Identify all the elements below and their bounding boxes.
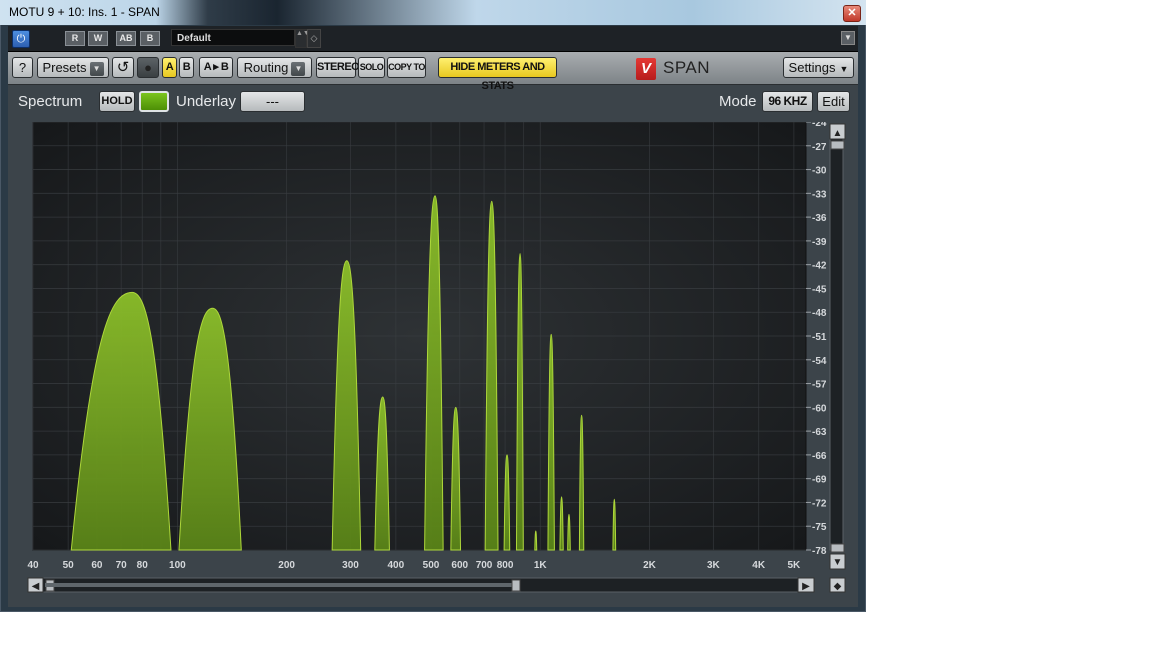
hide-meters-button[interactable]: HIDE METERS AND STATS <box>438 57 557 92</box>
window-title: MOTU 9 + 10: Ins. 1 - SPAN <box>9 5 160 19</box>
host-bar: ⏻ R W AB B Default ▲▼ ◇ ▼ <box>8 26 858 52</box>
spectrum-controls: Spectrum HOLD Underlay --- Mode 96 KHZ E… <box>8 86 858 116</box>
spectrum-peak <box>534 530 538 551</box>
y-tick-label: -39 <box>812 237 827 248</box>
diamond-icon: ◆ <box>834 581 842 592</box>
x-tick-label: 40 <box>27 560 39 571</box>
y-tick-label: -30 <box>812 166 827 177</box>
stereo-button[interactable]: STEREO <box>316 57 360 78</box>
hold-button[interactable]: HOLD <box>99 91 135 112</box>
y-tick-label: -24 <box>812 122 827 129</box>
x-tick-label: 700 <box>476 560 493 571</box>
y-tick-label: -45 <box>812 284 827 295</box>
y-tick-label: -36 <box>812 213 827 224</box>
preset-name-field[interactable]: Default <box>171 29 295 46</box>
y-tick-label: -60 <box>812 403 827 414</box>
voxengo-logo-icon: V <box>636 58 656 80</box>
bypass-button[interactable]: B <box>140 31 160 46</box>
span-plugin-panel: ? Presets ▼ ↺ ● A B A ▸ B Routing ▼ STEREO… <box>8 52 858 607</box>
close-button[interactable]: ✕ <box>843 5 861 22</box>
horizontal-scroll-thumb-right[interactable] <box>511 579 521 592</box>
y-tick-label: -66 <box>812 451 827 462</box>
brand-name: SPAN <box>663 58 711 77</box>
underlay-label: Underlay <box>176 93 237 110</box>
x-tick-label: 800 <box>497 560 514 571</box>
y-tick-label: -27 <box>812 142 827 153</box>
plugin-window: MOTU 9 + 10: Ins. 1 - SPAN ✕ ⏻ R W AB B … <box>0 0 866 612</box>
y-tick-label: -51 <box>812 332 827 343</box>
host-menu-button[interactable]: ▼ <box>841 31 855 45</box>
chevron-up-icon: ▲ <box>833 128 843 139</box>
write-automation-button[interactable]: W <box>88 31 108 46</box>
chevron-down-icon: ▼ <box>89 61 104 76</box>
y-tick-label: -48 <box>812 308 827 319</box>
power-icon: ⏻ <box>16 33 26 45</box>
title-bar[interactable]: MOTU 9 + 10: Ins. 1 - SPAN ✕ <box>0 0 866 25</box>
b-button[interactable]: B <box>179 57 194 78</box>
preset-diamond-icon[interactable]: ◇ <box>307 29 321 48</box>
vertical-scrollbar-track[interactable] <box>829 123 844 551</box>
reset-button[interactable]: ↺ <box>112 57 134 78</box>
spectrum-label: Spectrum <box>18 93 83 110</box>
presets-button[interactable]: Presets ▼ <box>37 57 109 78</box>
settings-label: Settings <box>788 60 836 75</box>
undo-button[interactable]: ● <box>137 57 159 78</box>
x-tick-label: 80 <box>137 560 149 571</box>
mode-label: Mode <box>719 93 757 110</box>
vertical-scroll-thumb-bottom[interactable] <box>830 543 845 553</box>
chevron-down-icon: ▼ <box>291 61 306 76</box>
settings-button[interactable]: Settings ▼ <box>783 57 854 78</box>
y-tick-label: -63 <box>812 427 827 438</box>
x-tick-label: 2K <box>643 560 657 571</box>
preset-spin-button[interactable]: ▲▼ <box>295 29 310 48</box>
solo-button[interactable]: SOLO <box>358 57 385 78</box>
presets-label: Presets <box>42 60 87 75</box>
x-tick-label: 5K <box>787 560 801 571</box>
x-tick-label: 400 <box>388 560 405 571</box>
vertical-scroll-thumb-top[interactable] <box>830 140 845 150</box>
ab-compare-button[interactable]: AB <box>116 31 136 46</box>
x-tick-label: 500 <box>423 560 440 571</box>
help-button[interactable]: ? <box>12 57 33 78</box>
x-tick-label: 600 <box>451 560 468 571</box>
y-tick-label: -42 <box>812 261 827 272</box>
routing-label: Routing <box>243 60 289 75</box>
a-button[interactable]: A <box>162 57 177 78</box>
mode-select[interactable]: 96 KHZ <box>762 91 813 112</box>
x-tick-label: 1K <box>534 560 548 571</box>
horizontal-scroll-range <box>45 583 518 587</box>
x-tick-label: 100 <box>169 560 186 571</box>
y-tick-label: -57 <box>812 380 827 391</box>
read-automation-button[interactable]: R <box>65 31 85 46</box>
power-button[interactable]: ⏻ <box>12 30 30 48</box>
y-tick-label: -33 <box>812 189 827 200</box>
y-tick-label: -72 <box>812 498 827 509</box>
x-tick-label: 70 <box>116 560 128 571</box>
toolbar: ? Presets ▼ ↺ ● A B A ▸ B Routing ▼ STEREO… <box>8 52 858 92</box>
spectrum-svg[interactable]: 40 50 60 70 80 100 200 300 400 500 600 700 800 1K 2K 3K… <box>16 122 846 599</box>
undo-icon: ● <box>144 60 152 75</box>
chevron-down-icon: ▼ <box>833 557 843 568</box>
a-to-b-button[interactable]: A ▸ B <box>199 57 233 78</box>
x-tick-label: 200 <box>278 560 295 571</box>
y-tick-label: -78 <box>812 546 827 557</box>
chevron-left-icon: ◀ <box>32 581 40 592</box>
y-tick-label: -75 <box>812 522 827 533</box>
x-tick-label: 50 <box>63 560 75 571</box>
copy-to-button[interactable]: COPY TO <box>387 57 426 78</box>
y-tick-label: -69 <box>812 475 827 486</box>
chevron-right-icon: ▶ <box>802 581 810 592</box>
x-tick-label: 60 <box>91 560 103 571</box>
underlay-select[interactable]: --- <box>240 91 305 112</box>
y-tick-label: -54 <box>812 356 827 367</box>
x-tick-label: 4K <box>752 560 766 571</box>
span-logo: V SPAN <box>636 55 726 81</box>
x-tick-label: 300 <box>342 560 359 571</box>
hold-toggle[interactable] <box>139 91 169 112</box>
routing-button[interactable]: Routing ▼ <box>237 57 312 78</box>
chevron-down-icon: ▼ <box>839 64 849 74</box>
edit-button[interactable]: Edit <box>817 91 850 112</box>
x-tick-label: 3K <box>707 560 721 571</box>
spectrum-display: 40 50 60 70 80 100 200 300 400 500 600 700 800 1K 2K 3K… <box>16 122 846 599</box>
